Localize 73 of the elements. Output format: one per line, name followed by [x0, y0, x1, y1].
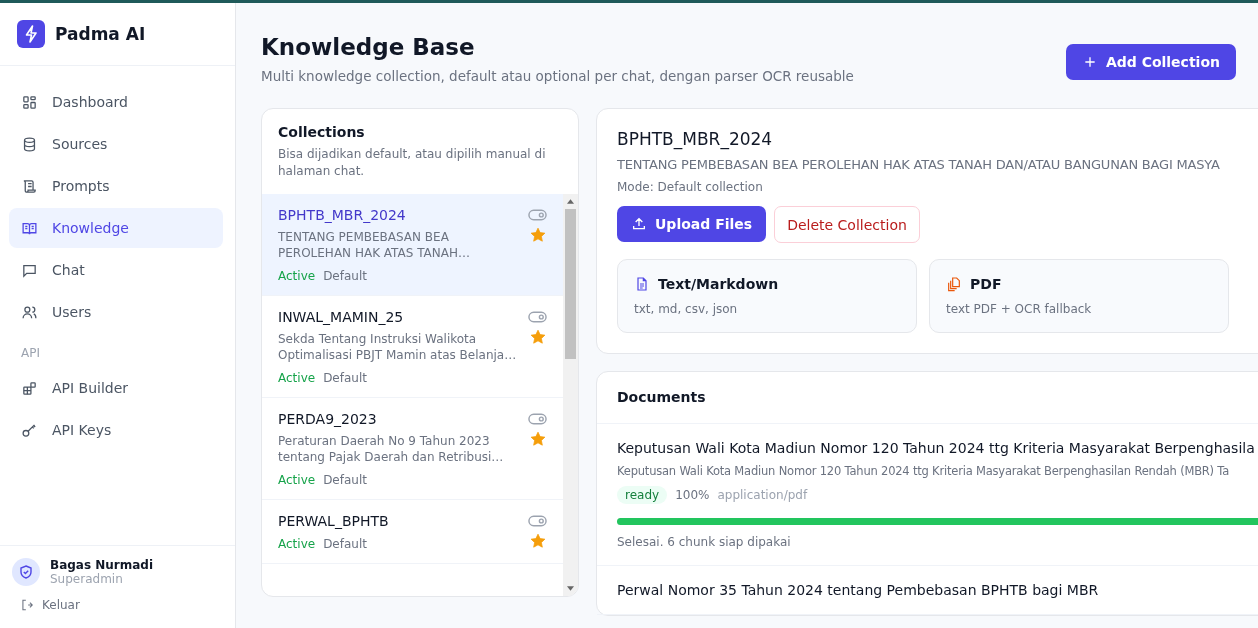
toggle-icon[interactable] — [528, 209, 547, 221]
mode-label: Default — [323, 473, 367, 487]
parser-formats: txt, md, csv, json — [634, 302, 739, 316]
collection-description: TENTANG PEMBEBASAN BEA PEROLEHAN HAK ATAS TANAH DAN/ATAU BANGUNAN BAGI MASYA — [617, 157, 1221, 172]
logout-link[interactable]: Keluar — [12, 598, 80, 612]
status-label: Active — [278, 537, 316, 551]
grid-icon — [21, 93, 38, 111]
mime-type: application/pdf — [717, 488, 808, 502]
page-title: Knowledge Base — [261, 34, 476, 60]
status-badge: ready — [617, 486, 668, 504]
parser-title: Text/Markdown — [658, 276, 779, 292]
collection-item[interactable]: BPHTB_MBR_2024 TENTANG PEMBEBASAN BEA PEROLEHAN HAK ATAS TANAH… Active Default — [262, 194, 563, 296]
nav-item[interactable]: Chat — [9, 250, 223, 290]
document-title: Keputusan Wali Kota Madiun Nomor 120 Tahun 2024 ttg Kriteria Masyarakat Berpenghasila — [617, 440, 1256, 456]
scrollbar[interactable] — [563, 194, 578, 596]
toggle-icon[interactable] — [528, 515, 547, 527]
app-name: Padma AI — [55, 24, 146, 44]
user-name: Bagas Nurmadi — [50, 558, 154, 572]
status-label: Active — [278, 371, 316, 385]
shield-avatar-icon — [12, 558, 40, 586]
logout-icon — [20, 598, 34, 612]
toggle-icon[interactable] — [528, 311, 547, 323]
scrollbar-thumb[interactable] — [565, 209, 576, 359]
section-label: API — [20, 345, 41, 362]
star-icon[interactable] — [529, 227, 546, 243]
nav-item[interactable]: Prompts — [9, 166, 223, 206]
nav-item[interactable]: API Keys — [9, 410, 223, 450]
nav-item[interactable]: Knowledge — [9, 208, 223, 248]
document-icon — [634, 276, 650, 292]
page-subtitle: Multi knowledge collection, default atau optional per chat, dengan parser OCR reusable — [261, 68, 854, 84]
nav-item[interactable]: Users — [9, 292, 223, 332]
percent-text: 100% — [675, 488, 710, 502]
nav-item[interactable]: Dashboard — [9, 82, 223, 122]
user-role: Superadmin — [50, 572, 124, 586]
collection-description: Peraturan Daerah No 9 Tahun 2023 tentang Pajak Daerah dan Retribusi… — [278, 433, 505, 465]
status-label: Active — [278, 473, 316, 487]
scroll-icon — [21, 177, 38, 195]
star-icon[interactable] — [529, 329, 546, 345]
collection-name: PERWAL_BPHTB — [278, 513, 389, 529]
document-description: Keputusan Wali Kota Madiun Nomor 120 Tahun 2024 ttg Kriteria Masyarakat Berpenghasilan Rendah (MBR) Ta — [617, 464, 1231, 478]
panel-title: Collections — [278, 124, 366, 140]
document-title: Perwal Nomor 35 Tahun 2024 tentang Pembebasan BPHTB bagi MBR — [617, 582, 1100, 598]
upload-files-button[interactable]: Upload Files — [617, 206, 767, 242]
collection-name: PERDA9_2023 — [278, 411, 378, 427]
star-icon[interactable] — [529, 431, 546, 447]
collection-name: BPHTB_MBR_2024 — [278, 207, 407, 223]
nav-item[interactable]: API Builder — [9, 368, 223, 408]
delete-collection-button[interactable]: Delete Collection — [774, 206, 920, 243]
panel-title: Documents — [597, 372, 1258, 424]
status-label: Active — [278, 269, 316, 283]
bolt-logo-icon — [17, 20, 45, 48]
nav-item[interactable]: Sources — [9, 124, 223, 164]
blocks-icon — [21, 379, 38, 397]
files-icon — [946, 276, 962, 292]
parser-formats: text PDF + OCR fallback — [946, 302, 1093, 316]
scroll-down-icon[interactable] — [567, 586, 574, 591]
parser-title: PDF — [970, 276, 1002, 292]
add-collection-button[interactable]: Add Collection — [1065, 44, 1236, 80]
toggle-icon[interactable] — [528, 413, 547, 425]
collection-name: INWAL_MAMIN_25 — [278, 309, 405, 325]
mode-label: Default — [323, 269, 367, 283]
mode-label: Default — [323, 371, 367, 385]
upload-icon — [631, 216, 647, 232]
scroll-up-icon[interactable] — [567, 199, 574, 204]
mode-label: Default — [323, 537, 367, 551]
collection-description: Sekda Tentang Instruksi Walikota Optimalisasi PBJT Mamin atas Belanja… — [278, 331, 518, 363]
collection-description: TENTANG PEMBEBASAN BEA PEROLEHAN HAK ATAS TANAH… — [278, 229, 471, 261]
panel-subtitle: Bisa dijadikan default, atau dipilih manual di halaman chat. — [278, 146, 547, 180]
collection-title: BPHTB_MBR_2024 — [617, 129, 774, 149]
database-icon — [21, 135, 38, 153]
status-message: Selesai. 6 chunk siap dipakai — [617, 535, 792, 549]
mode-text: Mode: Default collection — [617, 180, 764, 194]
star-icon[interactable] — [529, 533, 546, 549]
